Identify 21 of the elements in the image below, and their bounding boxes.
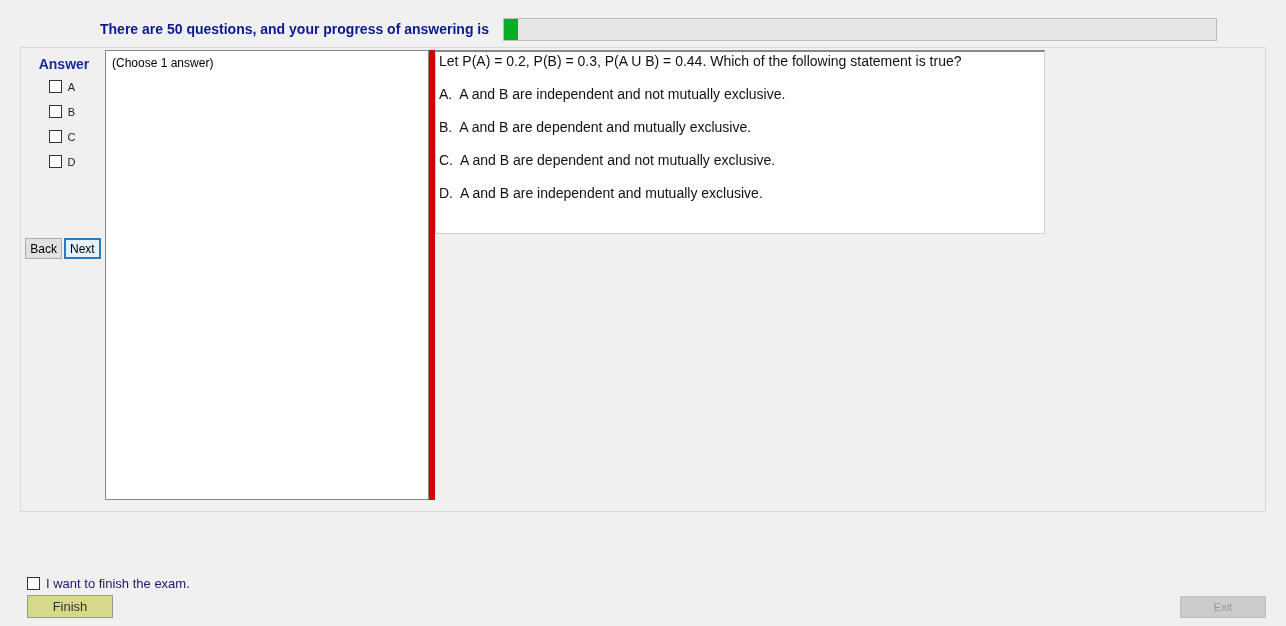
back-button[interactable]: Back — [25, 238, 62, 259]
answer-checkbox[interactable] — [48, 155, 62, 168]
answer-title: Answer — [38, 56, 90, 72]
answer-option-label: A — [67, 80, 76, 93]
question-option: D. A and B are independent and mutually exclusive. — [439, 185, 1041, 201]
choose-hint: (Choose 1 answer) — [112, 56, 214, 70]
answer-option-label: B — [67, 105, 76, 118]
question-option: B. A and B are dependent and mutually exclusive. — [439, 119, 1041, 135]
finish-checkbox[interactable] — [27, 577, 40, 590]
answer-option-label: C — [67, 130, 76, 143]
answer-checkbox[interactable] — [48, 105, 62, 118]
question-option: A. A and B are independent and not mutually exclusive. — [439, 86, 1041, 102]
finish-label: I want to finish the exam. — [46, 576, 190, 591]
question-text: Let P(A) = 0.2, P(B) = 0.3, P(A U B) = 0.44. Which of the following statement is true? — [439, 53, 963, 69]
finish-button[interactable]: Finish — [27, 595, 113, 618]
answer-checkbox[interactable] — [48, 80, 62, 93]
answer-option-label: D — [67, 155, 76, 168]
answer-checkbox[interactable] — [48, 130, 62, 143]
progress-label: There are 50 questions, and your progress of answering is — [100, 21, 489, 37]
next-button[interactable]: Next — [64, 238, 101, 259]
question-option: C. A and B are dependent and not mutually exclusive. — [439, 152, 1041, 168]
